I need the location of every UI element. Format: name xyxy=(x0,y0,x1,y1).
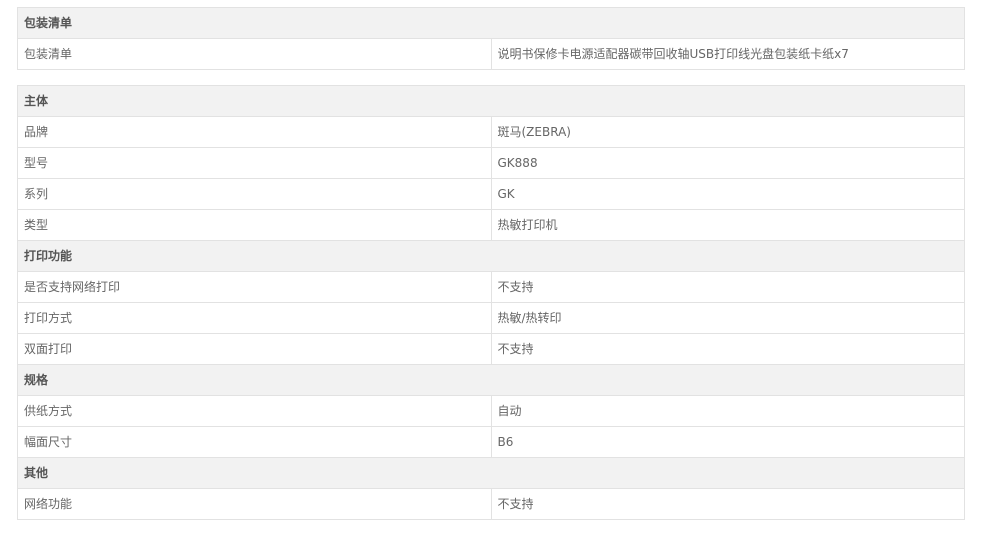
spec-label: 供纸方式 xyxy=(17,395,492,427)
spec-value: 热敏打印机 xyxy=(490,209,965,241)
spec-row: 品牌 斑马(ZEBRA) xyxy=(17,116,965,148)
spec-row: 供纸方式 自动 xyxy=(17,395,965,427)
spec-value: 不支持 xyxy=(490,488,965,520)
spec-label: 双面打印 xyxy=(17,333,492,365)
section-title: 包装清单 xyxy=(17,7,965,39)
spec-row: 型号 GK888 xyxy=(17,147,965,179)
spec-label: 类型 xyxy=(17,209,492,241)
packing-list-table: 包装清单 包装清单 说明书保修卡电源适配器碳带回收轴USB打印线光盘包装纸卡纸x… xyxy=(17,7,965,70)
spec-row: 系列 GK xyxy=(17,178,965,210)
spec-label: 包装清单 xyxy=(17,38,492,70)
spec-row: 幅面尺寸 B6 xyxy=(17,426,965,458)
section-header-print-functions: 打印功能 xyxy=(17,240,965,272)
spec-label: 品牌 xyxy=(17,116,492,148)
section-title: 规格 xyxy=(17,364,965,396)
spec-label: 是否支持网络打印 xyxy=(17,271,492,303)
spec-value: 不支持 xyxy=(490,333,965,365)
section-title: 主体 xyxy=(17,85,965,117)
section-header-main: 主体 xyxy=(17,85,965,117)
section-header-other: 其他 xyxy=(17,457,965,489)
spec-value: GK888 xyxy=(490,147,965,179)
spec-value: B6 xyxy=(490,426,965,458)
spec-row: 网络功能 不支持 xyxy=(17,488,965,520)
spec-row: 是否支持网络打印 不支持 xyxy=(17,271,965,303)
spec-label: 打印方式 xyxy=(17,302,492,334)
section-title: 打印功能 xyxy=(17,240,965,272)
section-header-packing: 包装清单 xyxy=(17,7,965,39)
section-header-specifications: 规格 xyxy=(17,364,965,396)
spec-value: 自动 xyxy=(490,395,965,427)
spec-value: GK xyxy=(490,178,965,210)
spec-label: 系列 xyxy=(17,178,492,210)
spec-value: 斑马(ZEBRA) xyxy=(490,116,965,148)
spec-label: 网络功能 xyxy=(17,488,492,520)
spec-label: 型号 xyxy=(17,147,492,179)
section-title: 其他 xyxy=(17,457,965,489)
spec-row: 双面打印 不支持 xyxy=(17,333,965,365)
spec-value: 热敏/热转印 xyxy=(490,302,965,334)
spec-row: 包装清单 说明书保修卡电源适配器碳带回收轴USB打印线光盘包装纸卡纸x7 xyxy=(17,38,965,70)
spec-value: 说明书保修卡电源适配器碳带回收轴USB打印线光盘包装纸卡纸x7 xyxy=(490,38,965,70)
spec-row: 打印方式 热敏/热转印 xyxy=(17,302,965,334)
spec-label: 幅面尺寸 xyxy=(17,426,492,458)
spec-row: 类型 热敏打印机 xyxy=(17,209,965,241)
specifications-table: 主体 品牌 斑马(ZEBRA) 型号 GK888 系列 GK 类型 热敏打印机 … xyxy=(17,85,965,520)
spec-value: 不支持 xyxy=(490,271,965,303)
